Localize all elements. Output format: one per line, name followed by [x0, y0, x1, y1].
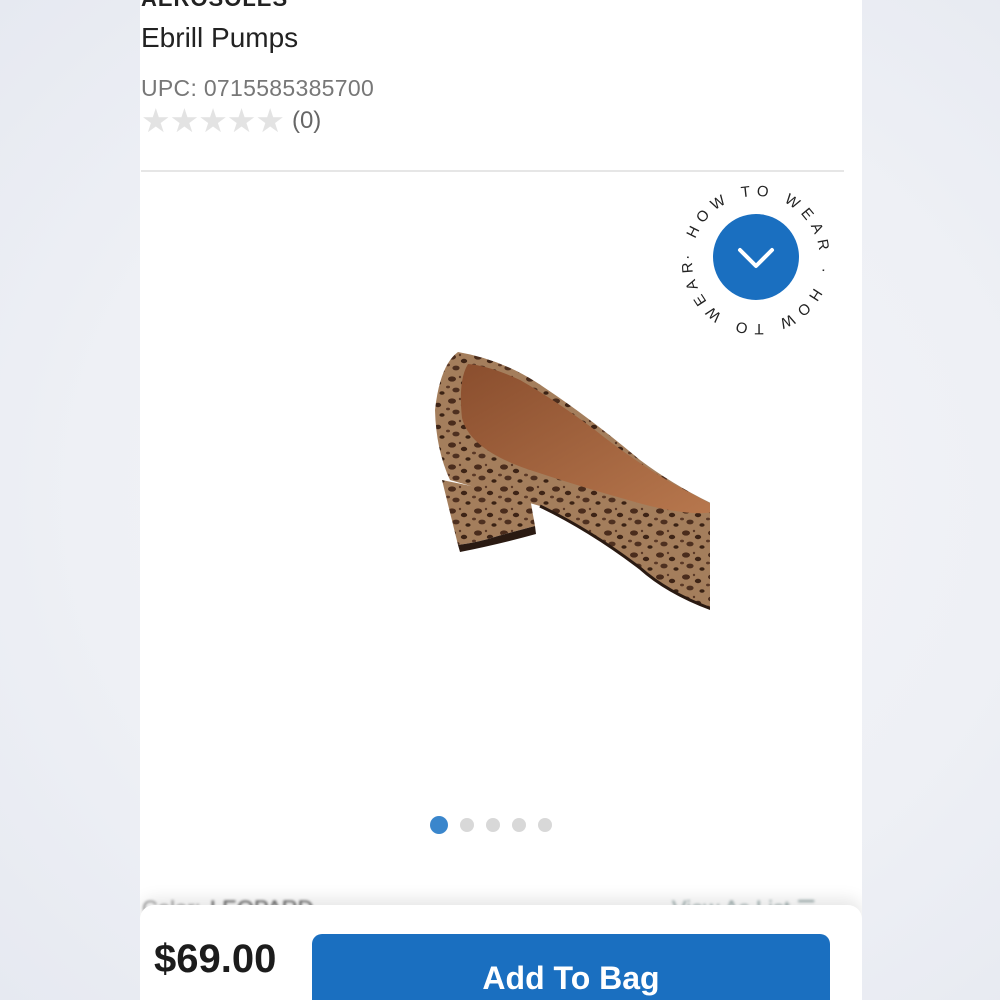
product-image[interactable] [290, 330, 710, 630]
price: $69.00 [154, 937, 277, 981]
add-to-bag-button[interactable]: Add To Bag [312, 934, 830, 1000]
purchase-bar: $69.00 Add To Bag [140, 905, 862, 1000]
star-icon: ★ [255, 102, 285, 139]
carousel-dot[interactable] [538, 818, 552, 832]
product-title: Ebrill Pumps [141, 22, 299, 53]
star-icon: ★ [169, 102, 200, 139]
star-icon: ★ [226, 102, 257, 139]
how-to-wear-button[interactable]: · HOW TO WEAR · HOW TO WEAR [676, 180, 836, 340]
star-icon: ★ [198, 102, 228, 139]
upc-code: UPC: 0715585385700 [141, 75, 375, 101]
review-count[interactable]: (0) [292, 107, 321, 135]
star-rating: ★ ★ ★ ★ ★ [141, 102, 285, 139]
star-icon: ★ [141, 102, 171, 139]
carousel-dot[interactable] [430, 816, 448, 834]
carousel-dot[interactable] [460, 818, 474, 832]
product-page: AEROSOLES Ebrill Pumps UPC: 071558538570… [140, 0, 862, 1000]
divider [141, 170, 844, 172]
how-to-wear-circle [713, 214, 799, 300]
carousel-dot[interactable] [512, 818, 526, 832]
brand-name[interactable]: AEROSOLES [141, 0, 288, 12]
carousel-dot[interactable] [486, 818, 500, 832]
rating-summary[interactable]: ★ ★ ★ ★ ★ (0) [141, 104, 321, 137]
carousel-dots [430, 816, 552, 834]
